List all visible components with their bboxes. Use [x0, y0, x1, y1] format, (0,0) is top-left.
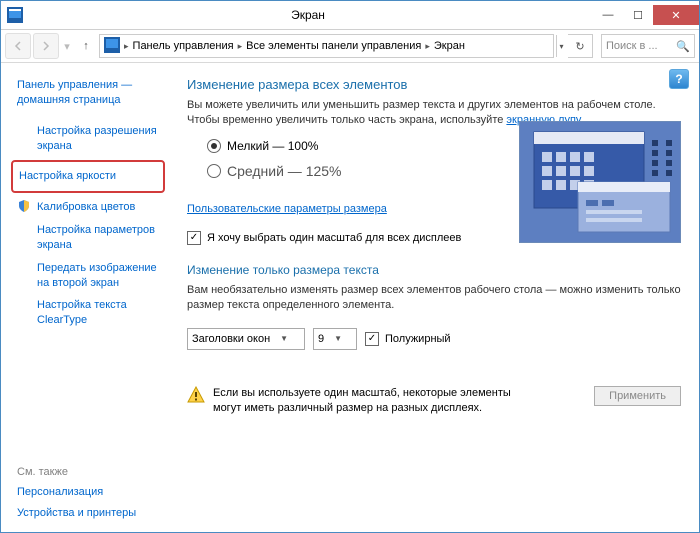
warning-row: Если вы используете один масштаб, некото…: [187, 386, 681, 417]
sidebar-item-label: Настройка параметров экрана: [37, 220, 159, 256]
heading-text-only: Изменение только размера текста: [187, 263, 681, 277]
see-also-devices[interactable]: Устройства и принтеры: [17, 503, 159, 524]
refresh-button[interactable]: ↻: [568, 34, 593, 58]
select-size-value: 9: [318, 333, 324, 345]
checkbox-bold-label: Полужирный: [385, 333, 451, 345]
description-2: Вам необязательно изменять размер всех э…: [187, 283, 681, 314]
breadcrumb-1[interactable]: Панель управления: [133, 40, 234, 52]
sidebar-item-calibration[interactable]: Калибровка цветов: [17, 197, 159, 218]
chevron-right-icon: ▸: [425, 41, 430, 52]
checkbox-bold[interactable]: Полужирный: [365, 332, 451, 346]
sidebar-home-link[interactable]: Панель управления — домашняя страница: [17, 75, 159, 111]
search-placeholder: Поиск в ...: [606, 40, 658, 52]
shield-icon: [17, 199, 31, 216]
window-controls: — ☐ ✕: [593, 5, 699, 25]
sidebar: Панель управления — домашняя страница На…: [1, 63, 169, 532]
window-root: Экран — ☐ ✕ ▾ ↑ ▸ Панель управления ▸ Вс…: [0, 0, 700, 533]
select-element[interactable]: Заголовки окон ▼: [187, 328, 305, 350]
app-icon: [7, 7, 23, 23]
minimize-button[interactable]: —: [593, 5, 623, 25]
main-content: ? Изменение размера всех элементов Вы мо…: [169, 63, 699, 532]
sidebar-item-resolution[interactable]: Настройка разрешения экрана: [17, 121, 159, 157]
chevron-down-icon: ▼: [280, 334, 288, 343]
sidebar-item-project[interactable]: Передать изображение на второй экран: [17, 258, 159, 294]
chevron-right-icon: ▸: [238, 41, 243, 52]
warning-icon: [187, 386, 205, 404]
breadcrumb-3[interactable]: Экран: [434, 40, 465, 52]
back-button[interactable]: [5, 33, 31, 59]
help-button[interactable]: ?: [669, 69, 689, 89]
close-button[interactable]: ✕: [653, 5, 699, 25]
checkbox-icon: [365, 332, 379, 346]
title-bar: Экран — ☐ ✕: [1, 1, 699, 30]
sidebar-item-brightness-highlight: Настройка яркости: [11, 160, 165, 193]
search-icon: 🔍: [676, 40, 690, 53]
see-also-header: См. также: [17, 466, 159, 478]
select-size[interactable]: 9 ▼: [313, 328, 357, 350]
heading-resize-all: Изменение размера всех элементов: [187, 77, 681, 92]
sidebar-item-label: Калибровка цветов: [37, 197, 135, 218]
window-title: Экран: [23, 8, 593, 22]
radio-medium-label: Средний — 125%: [227, 163, 342, 179]
radio-icon: [207, 139, 221, 153]
forward-button[interactable]: [33, 33, 59, 59]
checkbox-icon: [187, 231, 201, 245]
custom-size-link[interactable]: Пользовательские параметры размера: [187, 203, 387, 215]
sidebar-item-display-settings[interactable]: Настройка параметров экрана: [17, 220, 159, 256]
address-bar[interactable]: ▸ Панель управления ▸ Все элементы панел…: [99, 34, 554, 58]
sidebar-item-label: Настройка разрешения экрана: [37, 121, 159, 157]
sidebar-item-cleartype[interactable]: Настройка текста ClearType: [17, 295, 159, 331]
chevron-right-icon: ▸: [124, 41, 129, 52]
history-dropdown[interactable]: ▾: [61, 34, 73, 58]
see-also: См. также Персонализация Устройства и пр…: [17, 454, 159, 524]
display-illustration: [519, 121, 681, 243]
nav-bar: ▾ ↑ ▸ Панель управления ▸ Все элементы п…: [1, 30, 699, 63]
search-input[interactable]: Поиск в ... 🔍: [601, 34, 695, 58]
chevron-down-icon: ▼: [334, 334, 342, 343]
checkbox-same-scale-label: Я хочу выбрать один масштаб для всех дис…: [207, 232, 461, 244]
maximize-button[interactable]: ☐: [623, 5, 653, 25]
address-dropdown[interactable]: ▾: [556, 35, 566, 57]
up-button[interactable]: ↑: [77, 40, 95, 52]
apply-button[interactable]: Применить: [594, 386, 681, 406]
body: Панель управления — домашняя страница На…: [1, 63, 699, 532]
radio-small-label: Мелкий — 100%: [227, 139, 318, 153]
breadcrumb-2[interactable]: Все элементы панели управления: [246, 40, 421, 52]
sidebar-item-label: Настройка текста ClearType: [37, 295, 159, 331]
warning-text: Если вы используете один масштаб, некото…: [213, 386, 513, 417]
text-size-controls: Заголовки окон ▼ 9 ▼ Полужирный: [187, 328, 681, 350]
sidebar-item-label: Передать изображение на второй экран: [37, 258, 159, 294]
radio-icon: [207, 164, 221, 178]
select-element-value: Заголовки окон: [192, 333, 270, 345]
sidebar-item-brightness[interactable]: Настройка яркости: [19, 166, 157, 187]
control-panel-icon: [104, 37, 120, 56]
see-also-personalization[interactable]: Персонализация: [17, 482, 159, 503]
